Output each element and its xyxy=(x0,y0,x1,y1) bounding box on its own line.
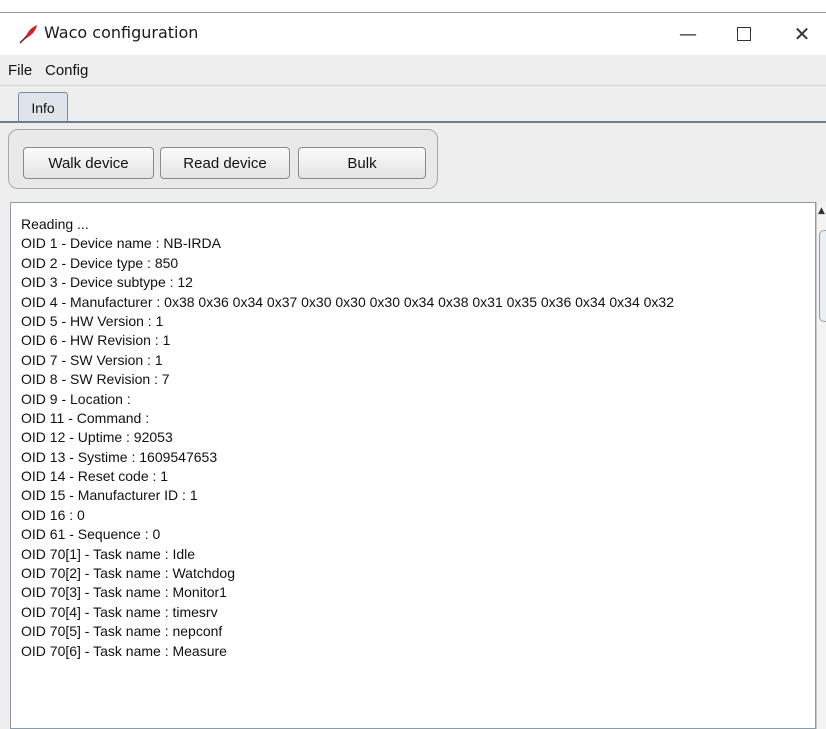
log-line: OID 8 - SW Revision : 7 xyxy=(21,371,170,388)
window-title: Waco configuration xyxy=(44,23,199,42)
tab-info[interactable]: Info xyxy=(18,92,68,122)
maximize-button[interactable] xyxy=(720,13,768,55)
log-line: OID 13 - Systime : 1609547653 xyxy=(21,448,218,465)
read-device-button[interactable]: Read device xyxy=(160,147,290,179)
close-button[interactable]: ✕ xyxy=(778,13,826,55)
close-icon: ✕ xyxy=(793,22,811,46)
log-line: OID 70[2] - Task name : Watchdog xyxy=(21,565,235,582)
log-line: OID 70[1] - Task name : Idle xyxy=(21,545,196,562)
tab-strip: Info xyxy=(0,86,826,126)
log-line: OID 4 - Manufacturer : 0x38 0x36 0x34 0x… xyxy=(21,293,674,310)
log-line: Reading ... xyxy=(21,216,89,232)
walk-device-button[interactable]: Walk device xyxy=(23,147,154,179)
minimize-icon: — xyxy=(679,23,697,45)
log-line: OID 11 - Command : xyxy=(21,409,150,426)
menu-config[interactable]: Config xyxy=(45,62,88,79)
title-bar: Waco configuration — ✕ xyxy=(0,13,826,55)
tab-underline xyxy=(0,121,826,123)
log-line: OID 15 - Manufacturer ID : 1 xyxy=(21,487,198,504)
log-line: OID 70[3] - Task name : Monitor1 xyxy=(21,584,227,601)
log-line: OID 70[4] - Task name : timesrv xyxy=(21,603,218,620)
vertical-scrollbar[interactable]: ▲ xyxy=(816,202,826,729)
log-line: OID 9 - Location : xyxy=(21,390,131,407)
log-line: OID 16 : 0 xyxy=(21,506,85,523)
log-line: OID 1 - Device name : NB-IRDA xyxy=(21,235,221,252)
log-line: OID 6 - HW Revision : 1 xyxy=(21,332,171,349)
menu-bar: File Config xyxy=(0,55,826,86)
log-line: OID 14 - Reset code : 1 xyxy=(21,468,169,485)
log-line: OID 70[5] - Task name : nepconf xyxy=(21,623,223,640)
app-feather-icon xyxy=(18,23,40,45)
output-text-area[interactable]: Reading ... OID 1 - Device name : NB-IRDA… xyxy=(10,202,816,729)
maximize-icon xyxy=(737,27,751,41)
scrollbar-thumb[interactable] xyxy=(819,230,826,322)
bulk-button[interactable]: Bulk xyxy=(298,147,426,179)
log-line: OID 70[6] - Task name : Measure xyxy=(21,642,227,659)
minimize-button[interactable]: — xyxy=(664,13,712,55)
log-line: OID 61 - Sequence : 0 xyxy=(21,526,161,543)
log-line: OID 7 - SW Version : 1 xyxy=(21,351,163,368)
menu-file[interactable]: File xyxy=(8,62,32,79)
log-line: OID 12 - Uptime : 92053 xyxy=(21,429,173,446)
output-log: Reading ... OID 1 - Device name : NB-IRDA… xyxy=(21,215,811,661)
scroll-up-arrow-icon[interactable]: ▲ xyxy=(818,206,825,216)
log-line: OID 5 - HW Version : 1 xyxy=(21,312,164,329)
window-top-edge xyxy=(0,0,826,13)
log-line: OID 3 - Device subtype : 12 xyxy=(21,274,193,291)
log-line: OID 2 - Device type : 850 xyxy=(21,254,179,271)
